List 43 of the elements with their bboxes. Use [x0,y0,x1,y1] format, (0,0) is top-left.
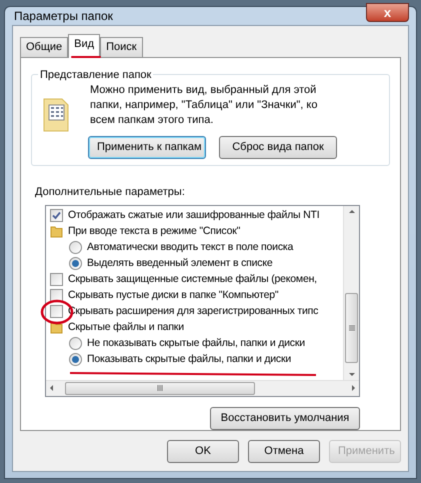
group-label: При вводе текста в режиме "Список" [68,224,240,239]
grip-icon [348,324,354,330]
scroll-thumb[interactable] [65,382,255,394]
checkmark-icon [52,211,61,220]
scroll-left-icon[interactable] [50,385,53,391]
group-title: Представление папок [38,67,154,84]
radio-button[interactable] [69,337,82,350]
scroll-thumb[interactable] [345,292,358,362]
tab[interactable]: Поиск [100,37,143,57]
tab[interactable]: Вид [68,34,100,58]
radio-button[interactable] [69,257,82,270]
section-label: Дополнительные параметры: [35,185,186,200]
radio-button[interactable] [69,241,82,254]
scroll-right-icon[interactable] [352,385,355,391]
vertical-scrollbar[interactable] [343,206,359,380]
folder-icon [50,225,63,238]
tab[interactable]: Общие [20,37,68,57]
dialog-button[interactable]: Применить к папкам [88,136,206,159]
grip-icon [157,385,163,391]
scroll-down-icon[interactable] [348,372,354,376]
dialog-button[interactable]: OK [167,440,239,462]
checkbox[interactable] [50,273,63,286]
checkbox[interactable] [50,305,63,318]
option-label: Показывать скрытые файлы, папки и диски [87,352,292,367]
dialog-button[interactable]: Сброс вида папок [219,136,337,159]
horizontal-scrollbar[interactable] [46,380,359,396]
dialog-button[interactable]: Отмена [248,440,320,462]
folder-icon [50,321,63,334]
option-label: Автоматически вводить текст в поле поиска [87,240,294,255]
group-label: Скрытые файлы и папки [68,320,184,335]
window-title: Параметры папок [13,8,113,25]
option-label: Отображать сжатые или зашифрованные файлы NTI [68,208,320,223]
dialog-button[interactable]: Восстановить умолчания [210,406,360,430]
checkbox[interactable] [50,209,63,222]
option-label: Скрывать защищенные системные файлы (рекомен, [68,272,317,287]
folder-view-icon [42,97,70,133]
annotation-underline [71,56,102,58]
option-label: Не показывать скрытые файлы, папки и диски [87,336,305,351]
description-text: Можно применить вид, выбранный для этой папки, например, "Таблица" или "Значки", ко всем папкам этого типа. [90,83,318,128]
option-label: Выделять введенный элемент в списке [87,256,272,271]
option-label: Скрывать пустые диски в папке "Компьютер" [68,288,278,303]
scroll-up-icon[interactable] [348,210,354,212]
radio-button[interactable] [69,353,82,366]
